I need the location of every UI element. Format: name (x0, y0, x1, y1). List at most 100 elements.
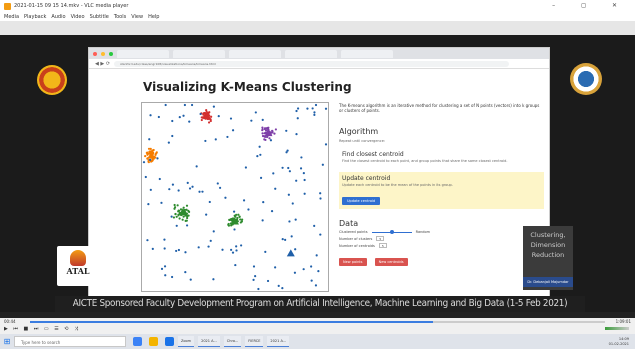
browser-tab[interactable] (285, 49, 337, 58)
centroids-label: Number of centroids (339, 243, 375, 248)
data-point (170, 215, 173, 218)
browser-tab[interactable] (173, 49, 225, 58)
data-point (185, 219, 188, 222)
step1-desc: Find the closest centroid to each point,… (342, 159, 508, 163)
description-text: The K-means algorithm is an iterative me… (339, 103, 540, 113)
data-point (234, 263, 237, 267)
data-point (171, 134, 174, 138)
data-point (144, 175, 147, 179)
data-point (239, 218, 242, 221)
centroid-marker[interactable] (286, 249, 295, 257)
data-point (182, 114, 185, 117)
data-point (167, 141, 170, 144)
window-controls[interactable]: – ◻ ✕ (552, 2, 629, 9)
menu-playback[interactable]: Playback (24, 14, 46, 20)
data-point (164, 274, 167, 277)
data-point (233, 228, 236, 231)
video-area[interactable]: ◀ ▶ ⟳ stanford.edu/class/engr108/visuali… (0, 21, 635, 318)
data-point (300, 156, 303, 159)
atal-text: ATAL (66, 266, 90, 276)
menu-audio[interactable]: Audio (51, 14, 65, 20)
data-point (257, 287, 260, 291)
data-point (324, 107, 328, 110)
data-point (207, 245, 210, 248)
kmeans-plot[interactable] (141, 102, 329, 292)
menu-help[interactable]: Help (148, 14, 159, 20)
clusters-label: Number of clusters (339, 236, 373, 241)
new-centroids-button[interactable]: New centroids (374, 258, 408, 266)
data-point (170, 275, 174, 279)
menu-video[interactable]: Video (71, 14, 85, 20)
slider-knob[interactable] (389, 229, 394, 234)
data-point (184, 270, 187, 274)
data-point (288, 220, 291, 223)
playback-buttons[interactable]: ▶ ⏮ ■ ⏭ ▭ ☰ ⟲ ⤨ (4, 326, 80, 332)
taskbar-app[interactable]: Zoom (178, 336, 195, 347)
windows-start-icon[interactable]: ⊞ (0, 334, 14, 349)
data-point (171, 119, 174, 123)
data-point (214, 138, 217, 141)
data-point (175, 215, 178, 218)
data-point (164, 103, 167, 107)
nav-arrows-icon[interactable]: ◀ ▶ ⟳ (95, 61, 110, 67)
data-point (152, 148, 155, 152)
data-point (235, 249, 238, 252)
data-point (230, 248, 233, 251)
data-point (268, 137, 271, 140)
data-point (263, 132, 266, 135)
taskbar-search[interactable]: Type here to search (14, 336, 126, 347)
data-point (254, 111, 257, 114)
data-point (321, 163, 324, 166)
update-centroid-button[interactable]: Update centroid (342, 197, 381, 205)
close-dot-icon[interactable] (93, 51, 97, 56)
browser-tab[interactable] (229, 49, 281, 58)
data-heading: Data (339, 219, 359, 228)
clustered-label: Clustered points (339, 230, 368, 234)
browser-tab[interactable] (117, 49, 169, 58)
maximize-dot-icon[interactable] (109, 51, 113, 56)
menu-view[interactable]: View (131, 14, 143, 20)
data-point (264, 250, 267, 253)
menu-bar: Media Playback Audio Video Subtitle Tool… (0, 12, 635, 21)
data-point (287, 166, 290, 170)
new-points-button[interactable]: New points (339, 258, 367, 266)
data-point (204, 139, 207, 143)
data-point (221, 248, 224, 251)
volume-slider[interactable] (605, 327, 629, 330)
taskbar-app[interactable]: FIERCE (245, 336, 264, 347)
data-point (229, 117, 233, 120)
chrome-icon[interactable] (165, 337, 174, 346)
data-point (261, 132, 264, 135)
taskbar-app[interactable]: 2021 A... (267, 336, 290, 347)
data-point (205, 213, 208, 216)
vlc-icon (4, 2, 11, 10)
data-point (271, 129, 274, 132)
player-controls: 00:44 1:09:01 ▶ ⏮ ■ ⏭ ▭ ☰ ⟲ ⤨ (0, 318, 635, 334)
data-point (263, 127, 266, 131)
menu-tools[interactable]: Tools (114, 14, 126, 20)
minimize-dot-icon[interactable] (101, 51, 105, 56)
distribution-slider[interactable] (371, 229, 412, 234)
data-point (285, 129, 288, 132)
data-point (173, 203, 176, 207)
seek-bar[interactable] (30, 321, 605, 323)
data-point (317, 269, 320, 273)
data-point (250, 119, 253, 122)
menu-media[interactable]: Media (4, 14, 19, 20)
browser-tab[interactable] (341, 49, 393, 58)
taskbar-app[interactable]: 2021 A... (198, 336, 220, 347)
data-point (178, 217, 181, 220)
data-point (299, 167, 303, 170)
url-field[interactable]: stanford.edu/class/engr108/visualization… (114, 60, 509, 67)
taskbar-app[interactable]: Chro... (223, 336, 242, 347)
data-point (201, 190, 204, 193)
clusters-input[interactable]: 5 (376, 236, 385, 241)
task-view-icon[interactable] (133, 337, 142, 346)
data-point (227, 223, 230, 226)
data-point (235, 245, 238, 248)
file-explorer-icon[interactable] (149, 337, 158, 346)
data-point (231, 251, 235, 254)
data-point (319, 233, 322, 236)
system-clock[interactable]: 14:09 01-02-2021 (609, 337, 635, 347)
menu-subtitle[interactable]: Subtitle (90, 14, 109, 20)
